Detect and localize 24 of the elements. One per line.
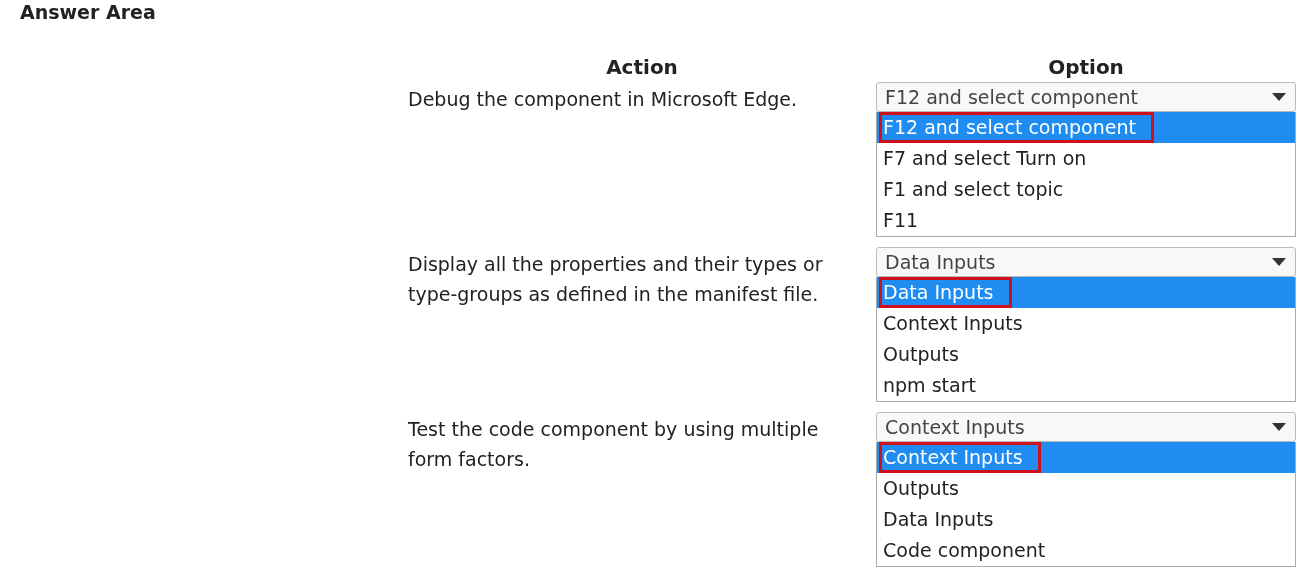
- action-text: Display all the properties and their types or type-groups as defined in the manifest file.: [408, 252, 824, 307]
- dropdown-value: Data Inputs: [885, 249, 996, 275]
- dropdown[interactable]: Context Inputs: [876, 412, 1296, 442]
- column-header: Action: [605, 54, 679, 81]
- dropdown-option[interactable]: Context Inputs: [877, 308, 1295, 339]
- caret-icon: [1271, 257, 1287, 267]
- column-header: Option: [1047, 54, 1125, 81]
- dropdown[interactable]: F12 and select component: [876, 82, 1296, 112]
- dropdown-option[interactable]: npm start: [877, 370, 1295, 401]
- dropdown-option[interactable]: Code component: [877, 535, 1295, 566]
- dropdown-value: F12 and select component: [885, 84, 1138, 110]
- caret-icon: [1271, 422, 1287, 432]
- dropdown-value: Context Inputs: [885, 414, 1025, 440]
- dropdown-option[interactable]: Outputs: [877, 473, 1295, 504]
- caret-icon: [1271, 92, 1287, 102]
- dropdown-option[interactable]: Outputs: [877, 339, 1295, 370]
- section-title: Answer Area: [19, 0, 157, 24]
- dropdown[interactable]: Data Inputs: [876, 247, 1296, 277]
- action-text: Test the code component by using multiple form factors.: [408, 417, 820, 472]
- dropdown-option[interactable]: F1 and select topic: [877, 174, 1295, 205]
- dropdown-option[interactable]: Data Inputs: [877, 504, 1295, 535]
- dropdown-option[interactable]: F7 and select Turn on: [877, 143, 1295, 174]
- action-text: Debug the component in Microsoft Edge.: [408, 87, 798, 112]
- dropdown-option[interactable]: F11: [877, 205, 1295, 236]
